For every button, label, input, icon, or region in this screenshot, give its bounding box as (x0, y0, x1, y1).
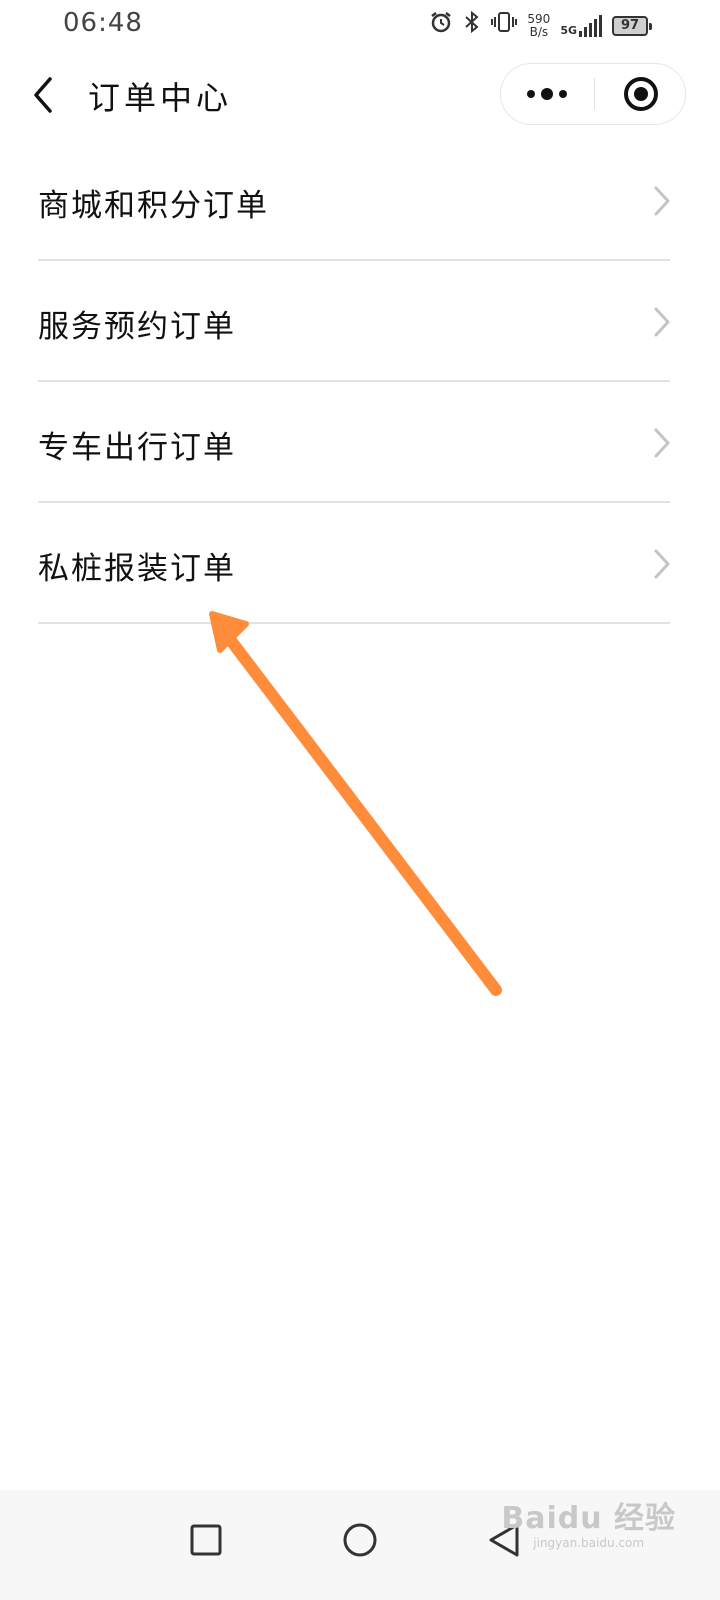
annotation-arrow-shaft (226, 636, 502, 996)
back-button[interactable] (28, 73, 62, 117)
miniprogram-capsule (500, 63, 686, 125)
order-item-label: 私桩报装订单 (38, 551, 236, 587)
net-speed-value: 590 (527, 11, 551, 26)
network-type: 5G (560, 23, 577, 37)
cellular-signal: 5G (560, 14, 602, 37)
bluetooth-icon (463, 10, 481, 41)
status-icons: 590 B/s 5G 97 (429, 10, 652, 41)
order-item-label: 商城和积分订单 (38, 188, 269, 224)
status-time: 06:48 (63, 8, 143, 38)
page-title: 订单中心 (88, 79, 233, 117)
order-item-car-travel[interactable]: 专车出行订单 (38, 382, 670, 503)
net-speed-unit: B/s (529, 24, 549, 39)
status-bar: 06:48 590 B/s 5G 97 (0, 0, 720, 50)
circle-icon (343, 1523, 377, 1557)
close-miniprogram-button[interactable] (595, 64, 687, 124)
battery-icon: 97 (612, 15, 652, 36)
nav-bar: 订单中心 (0, 55, 720, 135)
vibrate-icon (491, 10, 518, 41)
order-item-label: 服务预约订单 (38, 309, 236, 345)
more-dots-icon (527, 90, 535, 98)
baidu-watermark: Baidu 经验 jingyan.baidu.com (501, 1501, 676, 1551)
battery-level: 97 (620, 17, 640, 33)
signal-bars-icon (579, 14, 602, 37)
network-speed: 590 B/s (527, 11, 551, 39)
chevron-right-icon (654, 186, 670, 216)
more-dots-icon-right (559, 90, 567, 98)
order-list: 商城和积分订单 服务预约订单 专车出行订单 私桩报装订单 (38, 140, 670, 624)
more-button[interactable] (501, 64, 593, 124)
recent-apps-button[interactable] (176, 1510, 236, 1570)
target-icon (624, 77, 658, 111)
chevron-right-icon (654, 549, 670, 579)
order-item-label: 专车出行订单 (38, 430, 236, 466)
chevron-right-icon (654, 428, 670, 458)
watermark-sub: jingyan.baidu.com (533, 1536, 645, 1550)
order-item-mall-points[interactable]: 商城和积分订单 (38, 140, 670, 261)
order-item-service-booking[interactable]: 服务预约订单 (38, 261, 670, 382)
more-dots-icon-center (541, 88, 553, 100)
watermark-main: Baidu 经验 (501, 1501, 676, 1536)
system-nav-bar: Baidu 经验 jingyan.baidu.com (0, 1490, 720, 1600)
alarm-icon (429, 10, 453, 41)
home-button[interactable] (330, 1510, 390, 1570)
square-icon (190, 1524, 222, 1556)
back-arrow-icon (34, 77, 52, 113)
chevron-right-icon (654, 307, 670, 337)
order-item-private-charger[interactable]: 私桩报装订单 (38, 503, 670, 624)
